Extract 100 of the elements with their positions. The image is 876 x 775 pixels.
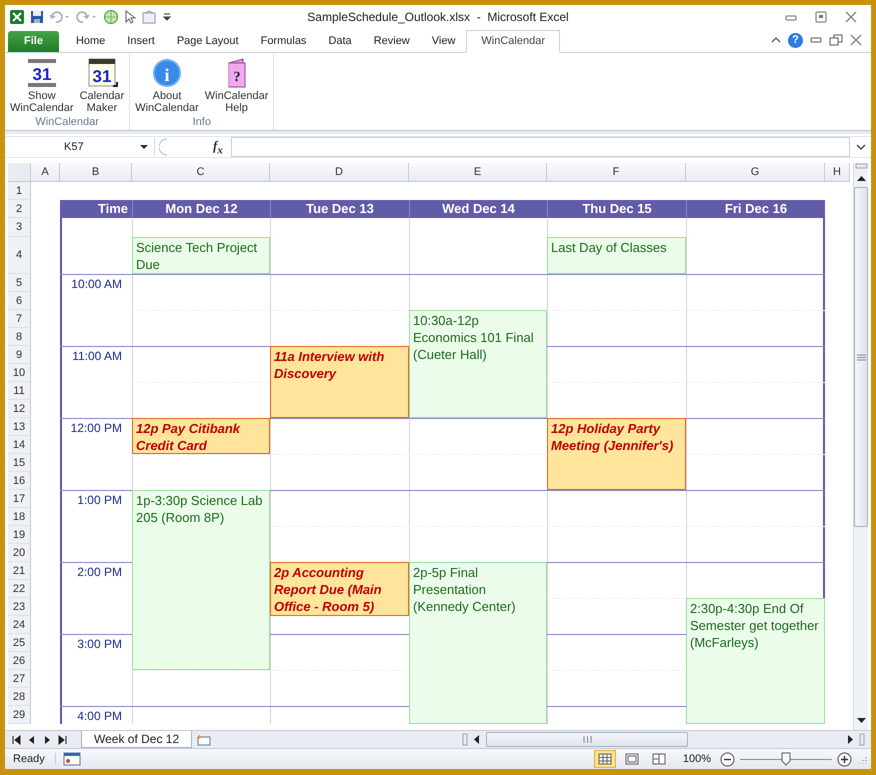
normal-view-icon — [596, 752, 613, 766]
split-handle-icon[interactable] — [859, 733, 865, 746]
split-handle-icon[interactable] — [854, 163, 868, 170]
ribbon-button[interactable]: i About WinCalendar — [133, 54, 201, 116]
row-header[interactable]: 1 — [8, 182, 31, 200]
scrollbar-thumb[interactable] — [486, 732, 688, 748]
column-header[interactable]: D — [270, 163, 409, 182]
column-header[interactable]: F — [547, 163, 686, 182]
restore-icon[interactable] — [829, 34, 843, 46]
zoom-slider-thumb[interactable] — [781, 752, 791, 766]
group-label: WinCalendar — [34, 116, 100, 130]
row-header[interactable]: 20 — [8, 544, 31, 562]
row-header[interactable]: 17 — [8, 490, 31, 508]
calendar-event: 1p-3:30p Science Lab 205 (Room 8P) — [132, 490, 270, 670]
page-break-view-icon — [650, 752, 667, 766]
row-header[interactable]: 11 — [8, 382, 31, 400]
macro-record-icon[interactable] — [62, 752, 81, 766]
calendar-event: 10:30a-12p Economics 101 Final (Cueter Hall) — [409, 310, 547, 418]
column-header[interactable]: B — [60, 163, 132, 182]
row-header[interactable]: 15 — [8, 454, 31, 472]
file-tab[interactable]: File — [8, 30, 59, 52]
scrollbar-thumb[interactable] — [854, 187, 868, 528]
normal-view-button[interactable] — [594, 750, 616, 768]
close-icon[interactable] — [849, 34, 863, 46]
row-header[interactable]: 21 — [8, 562, 31, 580]
ribbon-tab[interactable]: Review — [362, 30, 421, 52]
split-handle-icon[interactable] — [462, 733, 468, 746]
row-header[interactable]: 25 — [8, 634, 31, 652]
time-label: 4:00 PM — [76, 708, 123, 724]
row-header[interactable]: 27 — [8, 670, 31, 688]
ribbon-button[interactable]: 31 Calendar Maker — [78, 54, 126, 116]
row-header[interactable]: 26 — [8, 652, 31, 670]
row-header[interactable]: 8 — [8, 328, 31, 346]
column-header[interactable]: A — [31, 163, 60, 182]
column-header[interactable]: E — [409, 163, 547, 182]
day-header: Fri Dec 16 — [686, 200, 825, 218]
dropdown-icon[interactable] — [140, 144, 148, 150]
ribbon-tab[interactable]: Page Layout — [166, 30, 250, 52]
column-header[interactable]: G — [686, 163, 825, 182]
zoom-out-icon[interactable] — [720, 752, 735, 767]
row-header[interactable]: 3 — [8, 218, 31, 238]
last-sheet-icon[interactable] — [56, 734, 68, 746]
insert-sheet-icon[interactable] — [195, 732, 214, 747]
zoom-in-icon[interactable] — [837, 752, 852, 767]
name-box[interactable]: K57 — [8, 138, 155, 156]
ribbon-tab[interactable]: Data — [317, 30, 363, 52]
calendar-icon: 31 — [86, 56, 118, 89]
row-header[interactable]: 6 — [8, 292, 31, 310]
row-header[interactable]: 18 — [8, 508, 31, 526]
row-header[interactable]: 13 — [8, 418, 31, 436]
calendar-event: 2p-5p Final Presentation (Kennedy Center) — [409, 562, 547, 724]
calendar-event: Science Tech Project Due — [132, 237, 270, 274]
column-header[interactable]: C — [132, 163, 270, 182]
ribbon-tab[interactable]: Insert — [116, 30, 166, 52]
close-icon[interactable] — [843, 10, 859, 23]
day-header: Tue Dec 13 — [270, 200, 409, 218]
row-header[interactable]: 24 — [8, 616, 31, 634]
ribbon-button[interactable]: ? WinCalendar Help — [202, 54, 270, 116]
excel-icon[interactable] — [9, 8, 25, 25]
row-header[interactable]: 5 — [8, 274, 31, 292]
time-label: 12:00 PM — [70, 420, 123, 436]
page-layout-view-icon — [624, 752, 640, 766]
row-header[interactable]: 22 — [8, 580, 31, 598]
pointer-icon[interactable] — [124, 10, 136, 24]
row-header[interactable]: 14 — [8, 436, 31, 454]
zoom-level[interactable]: 100% — [674, 753, 715, 766]
row-header[interactable]: 29 — [8, 706, 31, 724]
row-header[interactable]: 9 — [8, 346, 31, 364]
row-header[interactable]: 7 — [8, 310, 31, 328]
help-icon[interactable]: ? — [788, 32, 803, 48]
row-header[interactable]: 16 — [8, 472, 31, 490]
row-header[interactable]: 10 — [8, 364, 31, 382]
resize-grip-icon[interactable] — [857, 754, 867, 764]
row-header[interactable]: 12 — [8, 400, 31, 418]
ribbon-tab[interactable]: Home — [64, 30, 116, 52]
ribbon-tab[interactable]: WinCalendar — [466, 30, 560, 53]
row-header[interactable]: 28 — [8, 688, 31, 706]
row-header[interactable]: 23 — [8, 598, 31, 616]
maximize-icon[interactable] — [813, 10, 829, 23]
globe-icon[interactable] — [103, 8, 119, 25]
ribbon-tab[interactable]: View — [420, 30, 466, 52]
formula-input[interactable] — [230, 137, 850, 158]
sheet-tab[interactable]: Week of Dec 12 — [81, 731, 192, 748]
calendar-event: 2p Accounting Report Due (Main Office - Room 5) — [270, 562, 409, 616]
column-header[interactable]: H — [825, 163, 850, 182]
first-sheet-icon[interactable] — [11, 734, 23, 746]
save-icon[interactable] — [30, 10, 44, 24]
info-icon: i — [151, 56, 183, 89]
row-header[interactable]: 2 — [8, 200, 31, 218]
ribbon-button[interactable]: 31 Show WinCalendar — [8, 54, 76, 116]
window-title: SampleSchedule_Outlook.xlsx - Microsoft Excel — [307, 10, 569, 24]
time-label: 2:00 PM — [76, 564, 123, 580]
row-header[interactable]: 4 — [8, 237, 31, 274]
ribbon-tab[interactable]: Formulas — [250, 30, 318, 52]
calendar-event: 12p Holiday Party Meeting (Jennifer's) — [547, 418, 686, 490]
day-header: Mon Dec 12 — [132, 200, 270, 218]
insert-function-button[interactable]: f$_{x}$ — [209, 138, 227, 156]
time-label: 3:00 PM — [76, 636, 123, 652]
form-icon[interactable] — [141, 10, 157, 24]
row-header[interactable]: 19 — [8, 526, 31, 544]
